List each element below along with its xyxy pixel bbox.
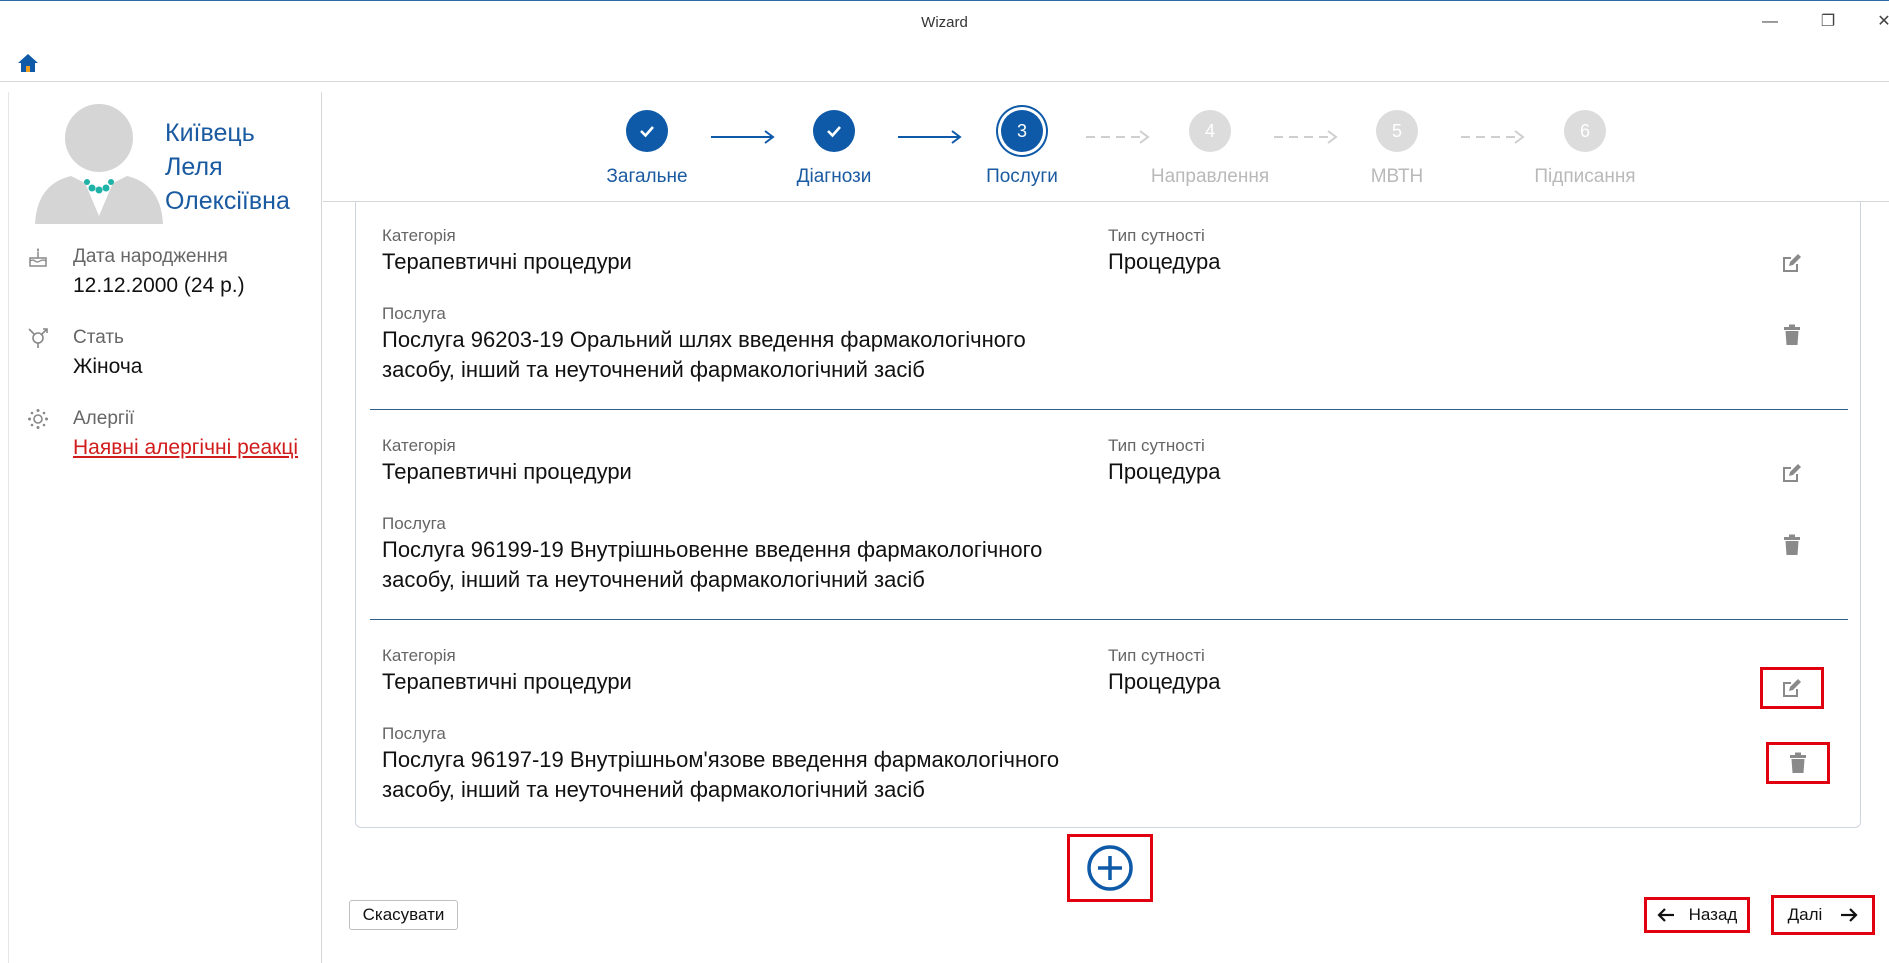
arrow-right-icon <box>1841 908 1858 922</box>
list-item: Категорія Терапевтичні процедури Тип сут… <box>370 202 1848 410</box>
edit-icon <box>1783 679 1801 697</box>
step-diagnoses-check-icon <box>813 110 855 152</box>
step-general[interactable]: Загальне <box>562 110 732 188</box>
type-value: Процедура <box>1108 249 1221 274</box>
next-button-label: Далі <box>1787 905 1823 924</box>
service-line-2: засобу, інший та неуточнений фармакологі… <box>382 567 925 592</box>
home-icon[interactable] <box>16 52 40 74</box>
edit-button[interactable] <box>1760 452 1824 494</box>
birth-date-value: 12.12.2000 (24 р.) <box>73 274 245 297</box>
window-titlebar: Wizard — ❐ ✕ <box>0 0 1889 44</box>
cake-icon <box>29 248 47 267</box>
next-button[interactable]: Далі <box>1771 895 1875 935</box>
maximize-button[interactable]: ❐ <box>1813 9 1843 35</box>
step-referrals[interactable]: 4 Направлення <box>1125 110 1295 188</box>
birth-date-label: Дата народження <box>73 246 228 267</box>
step-signing-number: 6 <box>1564 110 1606 152</box>
patient-patronymic: Олексіївна <box>165 187 290 215</box>
step-general-check-icon <box>626 110 668 152</box>
wizard-stepper: Загальне Діагнози 3 Послуги 4 Направленн… <box>323 92 1889 202</box>
avatar <box>35 104 163 224</box>
step-referrals-label: Направлення <box>1150 166 1270 187</box>
step-mvtn-label: МВТН <box>1370 166 1424 187</box>
edit-button[interactable] <box>1760 667 1824 709</box>
category-value: Терапевтичні процедури <box>382 669 632 694</box>
step-general-label: Загальне <box>606 166 688 187</box>
service-line-2: засобу, інший та неуточнений фармакологі… <box>382 357 925 382</box>
step-services-label: Послуги <box>986 166 1058 187</box>
type-label: Тип сутності <box>1108 226 1205 245</box>
step-services-number: 3 <box>1001 110 1043 152</box>
delete-button[interactable] <box>1760 314 1824 356</box>
step-diagnoses[interactable]: Діагнози <box>749 110 919 188</box>
step-signing[interactable]: 6 Підписання <box>1500 110 1670 188</box>
service-line-2: засобу, інший та неуточнений фармакологі… <box>382 777 925 802</box>
toolbar <box>0 44 1889 82</box>
sex-value: Жіноча <box>73 355 143 378</box>
patient-first-name: Леля <box>165 153 223 181</box>
type-label: Тип сутності <box>1108 646 1205 665</box>
back-button-label: Назад <box>1688 905 1738 924</box>
arrow-left-icon <box>1657 908 1674 922</box>
services-list: Категорія Терапевтичні процедури Тип сут… <box>355 202 1861 828</box>
cancel-button[interactable]: Скасувати <box>349 900 458 930</box>
sex-label: Стать <box>73 327 124 348</box>
patient-surname: Київець <box>165 119 255 147</box>
step-mvtn[interactable]: 5 МВТН <box>1312 110 1482 188</box>
category-value: Терапевтичні процедури <box>382 249 632 274</box>
service-line-1: Послуга 96199-19 Внутрішньовенне введенн… <box>382 537 1043 562</box>
type-value: Процедура <box>1108 669 1221 694</box>
service-label: Послуга <box>382 304 446 323</box>
delete-button[interactable] <box>1766 742 1830 784</box>
trash-icon <box>1784 324 1800 345</box>
add-service-button[interactable] <box>1067 834 1153 902</box>
edit-icon <box>1783 254 1801 272</box>
step-services[interactable]: 3 Послуги <box>937 110 1107 188</box>
allergy-icon <box>28 409 48 429</box>
list-item: Категорія Терапевтичні процедури Тип сут… <box>370 412 1848 620</box>
step-mvtn-number: 5 <box>1376 110 1418 152</box>
patient-name: Київець Леля Олексіївна <box>165 116 315 218</box>
service-label: Послуга <box>382 514 446 533</box>
gender-icon <box>28 328 48 348</box>
trash-icon <box>1784 534 1800 555</box>
trash-icon <box>1790 752 1806 773</box>
service-line-1: Послуга 96197-19 Внутрішньом'язове введе… <box>382 747 1060 772</box>
edit-button[interactable] <box>1760 242 1824 284</box>
category-label: Категорія <box>382 436 456 455</box>
window-title: Wizard <box>921 14 968 31</box>
step-diagnoses-label: Діагнози <box>796 166 872 187</box>
close-button[interactable]: ✕ <box>1869 9 1889 35</box>
allergy-link[interactable]: Наявні алергічні реакці <box>73 436 298 460</box>
category-label: Категорія <box>382 646 456 665</box>
back-button[interactable]: Назад <box>1644 897 1750 933</box>
list-item: Категорія Терапевтичні процедури Тип сут… <box>370 622 1848 830</box>
edit-icon <box>1783 464 1801 482</box>
category-value: Терапевтичні процедури <box>382 459 632 484</box>
step-signing-label: Підписання <box>1534 166 1636 187</box>
allergy-label: Алергії <box>73 408 135 429</box>
category-label: Категорія <box>382 226 456 245</box>
plus-circle-icon <box>1087 845 1133 891</box>
step-referrals-number: 4 <box>1189 110 1231 152</box>
service-line-1: Послуга 96203-19 Оральний шлях введення … <box>382 327 1026 352</box>
service-label: Послуга <box>382 724 446 743</box>
type-value: Процедура <box>1108 459 1221 484</box>
minimize-button[interactable]: — <box>1755 9 1785 35</box>
patient-panel: Київець Леля Олексіївна Дата народження … <box>8 92 322 963</box>
delete-button[interactable] <box>1760 524 1824 566</box>
type-label: Тип сутності <box>1108 436 1205 455</box>
